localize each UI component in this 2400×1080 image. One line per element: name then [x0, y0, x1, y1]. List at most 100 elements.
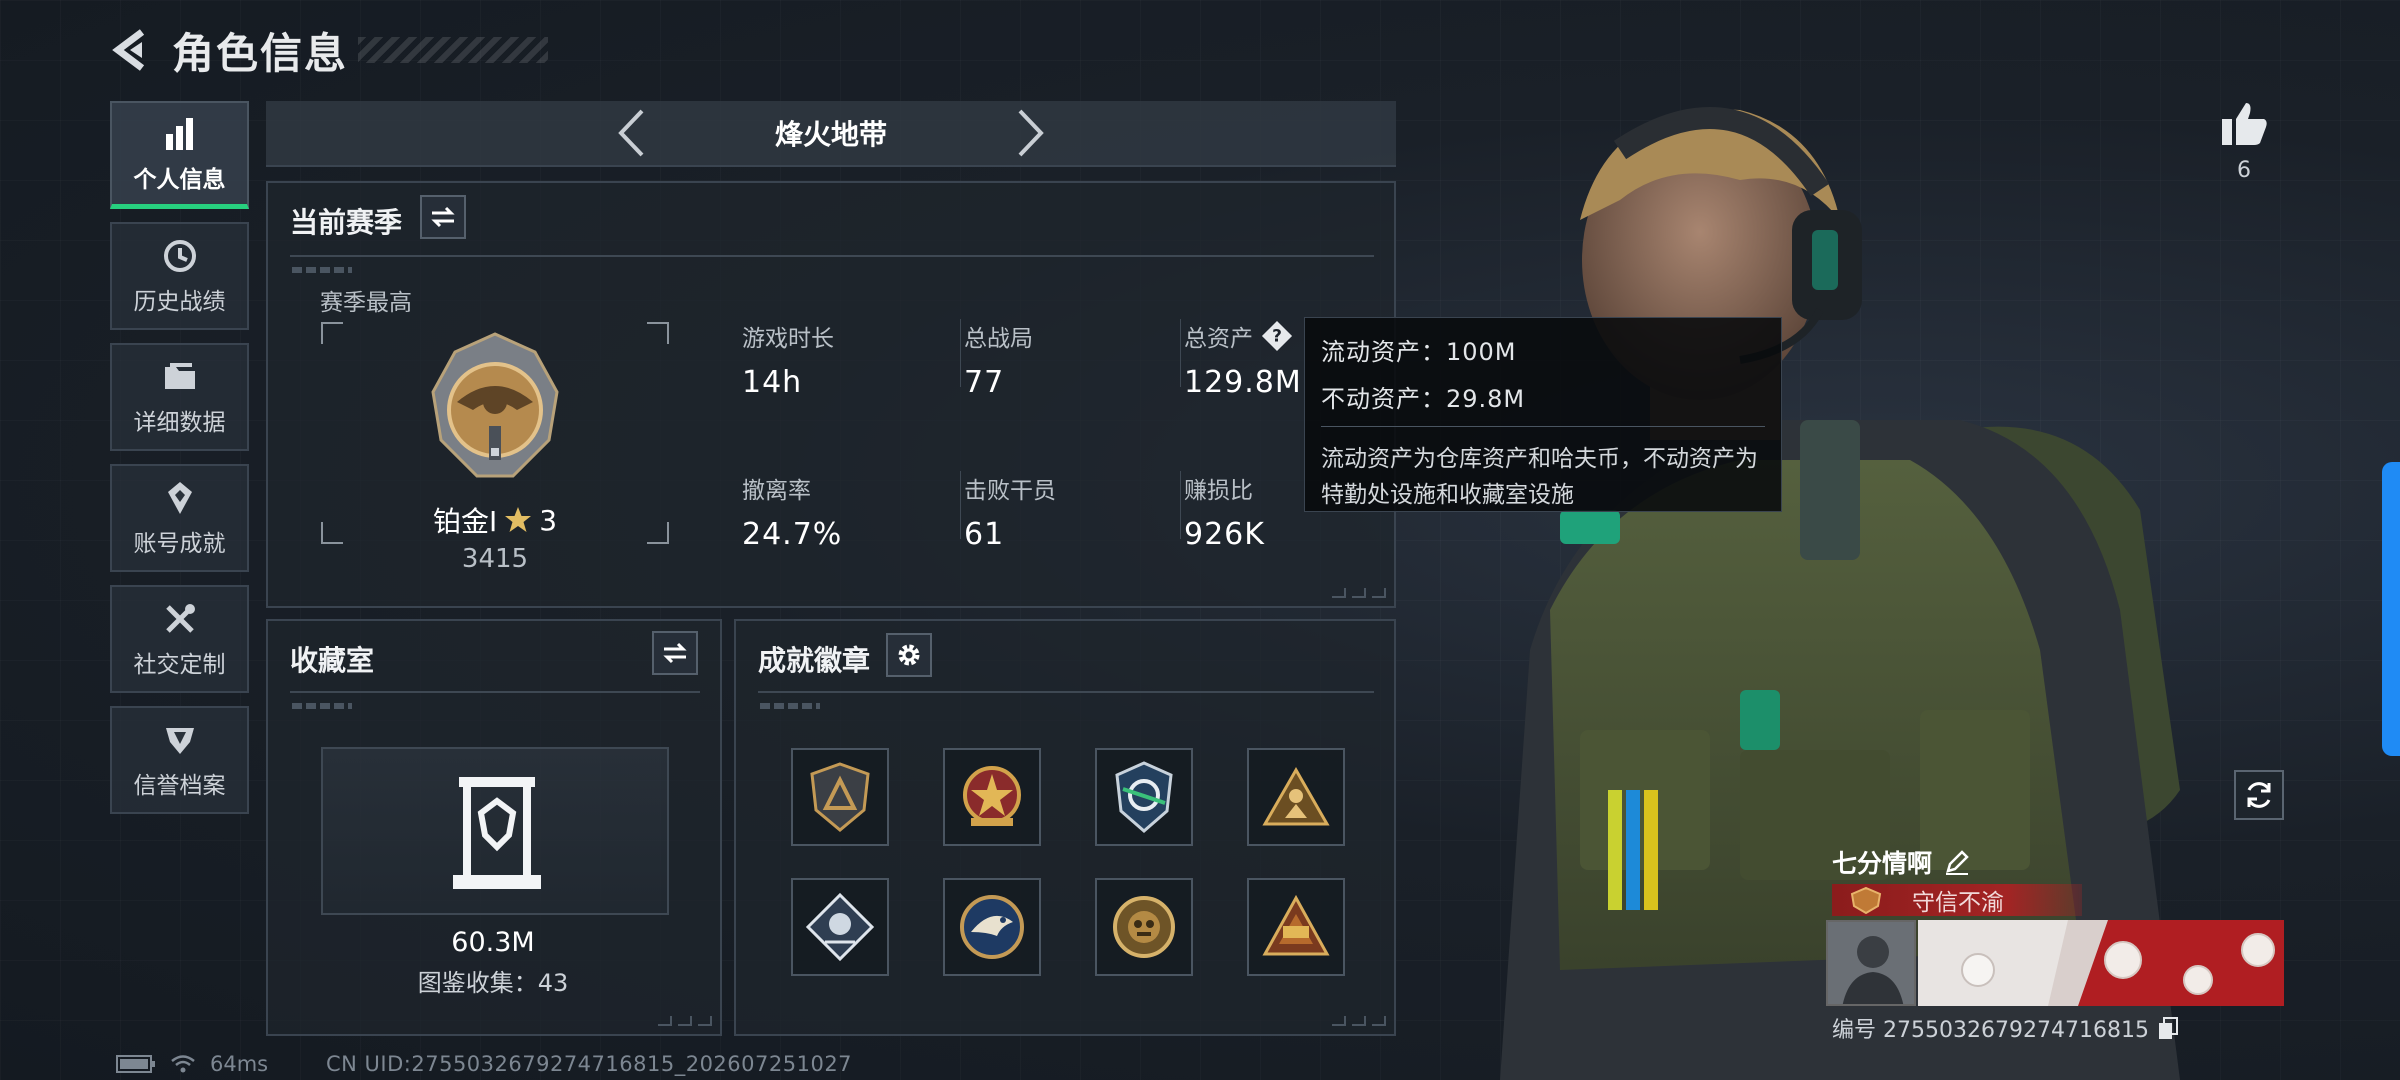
title-banner[interactable]: 守信不渝 — [1832, 884, 2082, 916]
swap-arrows-icon — [663, 642, 687, 664]
copy-icon[interactable] — [2157, 1016, 2179, 1040]
player-id: 编号 2755032679274716815 — [1832, 1018, 2149, 1043]
collection-title: 收藏室 — [290, 644, 375, 677]
stat-extract-rate: 撤离率 24.7% — [742, 471, 842, 552]
player-id-row: 编号 2755032679274716815 — [1832, 1012, 2179, 1044]
stat-value: 61 — [964, 517, 1005, 552]
tooltip-divider — [1321, 426, 1765, 427]
mode-next-button[interactable] — [1001, 103, 1061, 163]
tools-icon — [160, 599, 200, 639]
frame-corner — [321, 322, 343, 344]
chevron-right-icon — [1018, 109, 1044, 157]
nav-item-personal-info[interactable]: 个人信息 — [110, 101, 249, 209]
badge-slot-3[interactable] — [1095, 748, 1193, 846]
badge-slot-8[interactable] — [1247, 878, 1345, 976]
decoration-lines — [292, 267, 352, 273]
platinum-rank-emblem-icon — [431, 332, 559, 478]
title-emblem-icon — [1850, 886, 1882, 914]
badges-settings-button[interactable] — [886, 633, 932, 677]
battery-icon — [116, 1055, 155, 1073]
collection-value: 60.3M — [451, 927, 535, 958]
nav-label: 信誉档案 — [133, 773, 226, 799]
season-title: 当前赛季 — [290, 206, 403, 239]
player-avatar[interactable] — [1826, 920, 1916, 1006]
badge-slot-2[interactable] — [943, 748, 1041, 846]
collection-count: 图鉴收集：43 — [417, 969, 569, 997]
like-count: 6 — [2237, 158, 2251, 183]
tooltip-liquid-assets: 流动资产：100M — [1321, 338, 1517, 366]
nav-item-history[interactable]: 历史战绩 — [110, 222, 249, 330]
display-case-icon — [453, 777, 541, 889]
uid-text: CN UID:2755032679274716815_202607251027 — [326, 1052, 853, 1076]
nav-item-detailed-data[interactable]: 详细数据 — [110, 343, 249, 451]
badges-title: 成就徽章 — [758, 644, 871, 677]
like-button[interactable] — [2216, 96, 2272, 152]
thumbs-up-icon — [2222, 103, 2267, 145]
nav-item-social-custom[interactable]: 社交定制 — [110, 585, 249, 693]
back-button[interactable] — [110, 28, 154, 72]
star-emblem-badge-icon — [963, 766, 1021, 826]
chevron-left-icon — [618, 109, 644, 157]
gear-icon — [898, 644, 920, 666]
assets-tooltip: 流动资产：100M 不动资产：29.8M 流动资产为仓库资产和哈夫币，不动资产为… — [1304, 317, 1782, 512]
eagle-badge-icon — [960, 895, 1024, 959]
rank-score: 3415 — [461, 544, 529, 574]
bar-chart-icon — [160, 114, 200, 154]
mode-prev-button[interactable] — [601, 103, 661, 163]
stat-label: 撤离率 — [742, 478, 811, 504]
season-switch-button[interactable] — [420, 195, 466, 239]
corner-decoration — [1332, 588, 1386, 598]
collection-showcase[interactable] — [321, 747, 669, 915]
badge-slot-5[interactable] — [791, 878, 889, 976]
stat-value: 129.8M — [1184, 365, 1302, 400]
divider — [758, 691, 1374, 693]
stat-label: 赚损比 — [1184, 478, 1253, 504]
nav-label: 历史战绩 — [133, 289, 226, 315]
stat-kills: 击败干员 61 — [964, 471, 1056, 552]
stat-label: 游戏时长 — [742, 326, 834, 352]
stat-label: 总资产 — [1184, 326, 1253, 352]
refresh-button[interactable] — [2234, 770, 2284, 820]
profile-card: 七分情啊 守信不渝 编号 2755032679274716815 — [1826, 836, 2284, 1046]
wing-shield-badge-icon — [1115, 761, 1173, 833]
star-icon — [505, 507, 532, 532]
tooltip-description: 流动资产为仓库资产和哈夫币，不动资产为特勤处设施和收藏室设施 — [1321, 446, 1758, 508]
swap-arrows-icon — [431, 206, 455, 228]
divider — [290, 691, 700, 693]
edit-pencil-icon[interactable] — [1944, 849, 1970, 875]
badge-slot-1[interactable] — [791, 748, 889, 846]
stat-profit-ratio: 赚损比 926K — [1184, 471, 1265, 552]
page-header: 角色信息 — [110, 20, 549, 80]
player-banner[interactable] — [1918, 920, 2284, 1006]
nav-label: 个人信息 — [133, 166, 226, 193]
rank-stars: 3 — [539, 503, 558, 537]
triangle-shield-badge-icon — [810, 762, 870, 832]
back-arrow-icon — [112, 29, 145, 71]
reputation-icon — [160, 720, 200, 760]
player-title: 守信不渝 — [1912, 890, 2004, 916]
stat-value: 14h — [742, 365, 803, 400]
mode-selector: 烽火地带 — [266, 101, 1396, 167]
stat-label-row: 总资产 ? — [1184, 319, 1302, 353]
page-title: 角色信息 — [172, 28, 349, 78]
decoration-lines — [760, 703, 820, 709]
svg-text:?: ? — [1272, 326, 1282, 346]
title-decoration — [358, 37, 549, 63]
badge-slot-4[interactable] — [1247, 748, 1345, 846]
history-clock-icon — [160, 236, 200, 276]
stat-separator — [1180, 319, 1181, 387]
help-icon[interactable]: ? — [1261, 320, 1293, 352]
soldier-triangle-badge-icon — [1262, 766, 1330, 826]
badge-slot-6[interactable] — [943, 878, 1041, 976]
decoration-lines — [292, 703, 352, 709]
rank-name: 铂金Ⅰ — [432, 505, 498, 538]
wifi-icon — [171, 1055, 195, 1073]
nav-item-achievements[interactable]: 账号成就 — [110, 464, 249, 572]
stat-play-time: 游戏时长 14h — [742, 319, 834, 400]
badge-slot-7[interactable] — [1095, 878, 1193, 976]
divider — [290, 255, 1374, 257]
nav-item-reputation[interactable]: 信誉档案 — [110, 706, 249, 814]
collection-switch-button[interactable] — [652, 631, 698, 675]
rank-frame: 铂金Ⅰ 3 3415 — [321, 322, 669, 574]
side-drawer-tab[interactable] — [2382, 462, 2400, 756]
